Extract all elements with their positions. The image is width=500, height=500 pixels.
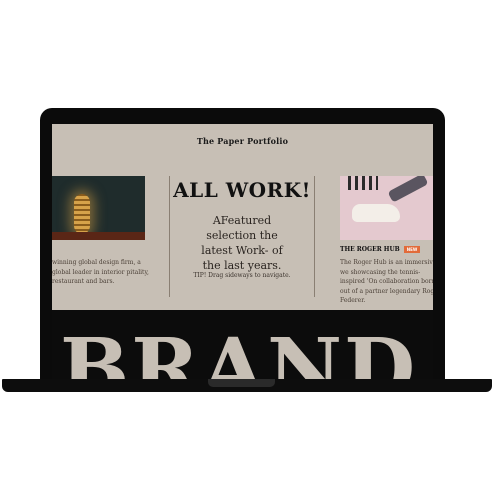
laptop-notch bbox=[208, 379, 275, 387]
navigation-tip: TIP! Drag sideways to navigate. bbox=[193, 272, 291, 279]
project-card-description-left: winning global design firm, a global lea… bbox=[52, 259, 149, 286]
project-card-image-right[interactable] bbox=[340, 176, 433, 240]
page-subtitle: AFeatured selection the latest Work- of … bbox=[201, 214, 283, 272]
project-title-text: THE ROGER HUB bbox=[340, 246, 400, 253]
project-card-description-right: The Roger Hub is an immersive we showcas… bbox=[340, 259, 433, 305]
brand-wordmark: BRAND bbox=[60, 321, 418, 380]
shoe-image bbox=[352, 204, 400, 222]
site-logo[interactable]: The Paper Portfolio bbox=[52, 136, 433, 146]
project-card-title-right[interactable]: THE ROGER HUB NEW bbox=[340, 246, 421, 253]
table-surface bbox=[52, 232, 145, 240]
laptop-screen: The Paper Portfolio winning global desig… bbox=[52, 124, 433, 380]
project-card-image-left[interactable] bbox=[52, 176, 145, 240]
brand-band: BRAND bbox=[52, 310, 433, 380]
new-badge: NEW bbox=[403, 246, 421, 253]
laptop-lid: The Paper Portfolio winning global desig… bbox=[40, 108, 445, 383]
lamp-image bbox=[74, 194, 90, 234]
leg-image bbox=[387, 176, 429, 203]
stripes-decoration bbox=[348, 176, 378, 190]
page-title: ALL WORK! bbox=[173, 178, 311, 202]
